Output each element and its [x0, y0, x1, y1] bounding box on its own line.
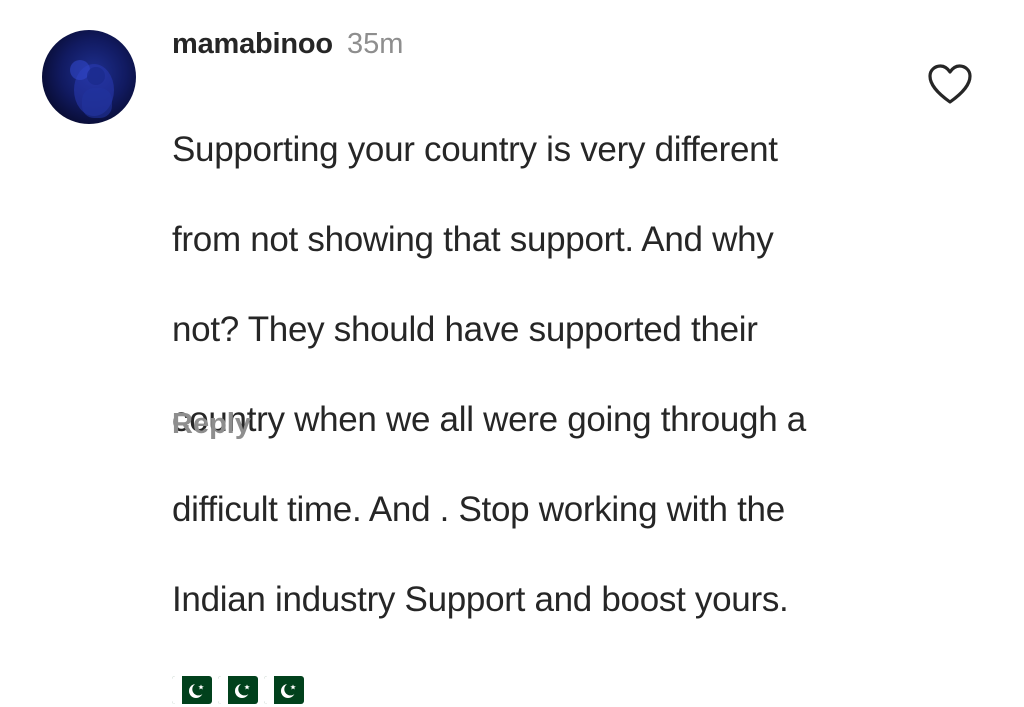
- heart-outline-icon: [928, 64, 972, 104]
- avatar-image: [70, 60, 114, 118]
- pakistan-flag-icon: [172, 676, 212, 704]
- comment-line: Supporting your country is very differen…: [172, 130, 778, 169]
- username[interactable]: mamabinoo: [172, 22, 333, 66]
- comment-line: Indian industry Support and boost yours.: [172, 580, 789, 619]
- reply-button[interactable]: Reply: [172, 408, 251, 441]
- comment-meta: mamabinoo 35m: [172, 22, 892, 66]
- comment-line: from not showing that support. And why: [172, 220, 774, 259]
- comment-content: mamabinoo 35m Supporting your country is…: [172, 22, 892, 707]
- comment-line: difficult time. And . Stop working with …: [172, 490, 785, 529]
- comment-line: not? They should have supported their: [172, 310, 758, 349]
- comment-item: mamabinoo 35m Supporting your country is…: [0, 0, 1024, 704]
- avatar[interactable]: [42, 30, 136, 124]
- pakistan-flag-icon: [218, 676, 258, 704]
- pakistan-flag-icon: [264, 676, 304, 704]
- timestamp: 35m: [346, 28, 404, 60]
- emoji-row: [172, 673, 892, 707]
- comment-line: country when we all were going through a: [172, 400, 806, 439]
- comment-text: Supporting your country is very differen…: [172, 82, 892, 667]
- like-button[interactable]: [926, 62, 974, 106]
